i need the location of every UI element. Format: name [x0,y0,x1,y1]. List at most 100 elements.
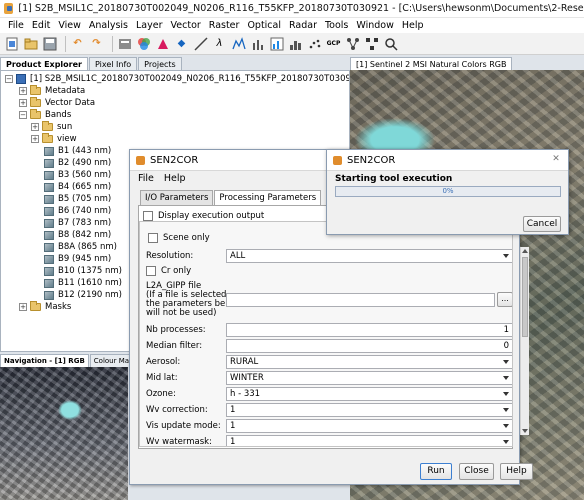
redo-icon[interactable]: ↷ [89,36,104,51]
scroll-down-icon[interactable] [522,429,528,433]
gipp-file-input[interactable] [226,293,495,307]
menu-window[interactable]: Window [352,20,397,31]
tree-item-band[interactable]: B8 (842 nm) [44,229,111,241]
menu-help[interactable]: Help [398,20,428,31]
collapse-icon[interactable]: − [5,75,13,83]
menu-radar[interactable]: Radar [285,20,321,31]
expand-icon[interactable]: + [19,87,27,95]
colour-icon[interactable] [155,36,170,51]
band-icon [44,182,54,192]
aerosol-select[interactable]: RURAL [226,355,512,369]
cr-only-option[interactable]: Cr only [146,266,191,276]
parameters-scrollbar[interactable] [520,247,529,435]
collapse-icon[interactable]: − [19,111,27,119]
undo-icon[interactable]: ↶ [70,36,85,51]
lambda-icon[interactable]: λ [212,36,227,51]
tree-item-band[interactable]: B10 (1375 nm) [44,265,122,277]
dialog-menu-file[interactable]: File [138,173,154,184]
menu-vector[interactable]: Vector [167,20,205,31]
tree-item-label: view [57,134,77,144]
tree-item-band[interactable]: B4 (665 nm) [44,181,111,193]
profile-icon[interactable] [250,36,265,51]
menu-optical[interactable]: Optical [243,20,285,31]
menu-layer[interactable]: Layer [132,20,167,31]
tree-item-view[interactable]: + view [31,133,77,145]
menu-file[interactable]: File [4,20,28,31]
folder-icon [30,85,41,95]
histogram-icon[interactable] [288,36,303,51]
scatter-icon[interactable] [307,36,322,51]
dialog-menu-help[interactable]: Help [164,173,186,184]
tab-io-parameters[interactable]: I/O Parameters [140,190,214,205]
range-finder-icon[interactable] [193,36,208,51]
tab-product-explorer[interactable]: Product Explorer [0,57,88,70]
tree-item-metadata[interactable]: + Metadata [19,85,85,97]
tree-item-band[interactable]: B11 (1610 nm) [44,277,122,289]
resolution-select[interactable]: ALL [226,249,512,263]
close-icon[interactable]: ✕ [548,153,564,166]
cancel-button[interactable]: Cancel [523,216,561,232]
median-filter-input[interactable]: 0 [226,339,512,353]
tree-item-band[interactable]: B1 (443 nm) [44,145,111,157]
tab-pixel-info[interactable]: Pixel Info [88,57,138,70]
menu-edit[interactable]: Edit [28,20,54,31]
menu-analysis[interactable]: Analysis [85,20,132,31]
new-product-icon[interactable] [4,36,19,51]
save-icon[interactable] [42,36,57,51]
tree-item-product[interactable]: − [1] S2B_MSIL1C_20180730T002049_N0206_R… [5,73,349,85]
expand-icon[interactable]: + [31,135,39,143]
menu-view[interactable]: View [54,20,85,31]
mid-lat-select[interactable]: WINTER [226,371,512,385]
expand-icon[interactable]: + [31,123,39,131]
statistics-icon[interactable] [269,36,284,51]
wv-watermask-select[interactable]: 1 [226,435,512,446]
help-button[interactable]: Help [500,463,533,480]
network-icon[interactable] [364,36,379,51]
tab-natural-colors-rgb[interactable]: [1] Sentinel 2 MSI Natural Colors RGB [350,57,513,70]
menu-tools[interactable]: Tools [321,20,352,31]
graph-builder-icon[interactable] [345,36,360,51]
tree-item-vector-data[interactable]: + Vector Data [19,97,95,109]
expand-icon[interactable]: + [19,303,27,311]
nb-processes-input[interactable]: 1 [226,323,512,337]
tree-item-band[interactable]: B2 (490 nm) [44,157,111,169]
tree-item-band[interactable]: B7 (783 nm) [44,217,111,229]
close-button[interactable]: Close [459,463,494,480]
pin-icon[interactable]: ◆ [174,36,189,51]
open-product-icon[interactable] [23,36,38,51]
band-maths-icon[interactable] [117,36,132,51]
scroll-up-icon[interactable] [522,249,528,253]
tree-item-bands[interactable]: − Bands [19,109,71,121]
spectrum-icon[interactable] [231,36,246,51]
tree-item-masks[interactable]: + Masks [19,301,71,313]
gipp-browse-button[interactable]: ... [497,292,512,307]
vis-update-select[interactable]: 1 [226,419,512,433]
rgb-icon[interactable] [136,36,151,51]
tree-item-band[interactable]: B12 (2190 nm) [44,289,122,301]
display-output-option[interactable]: Display execution output [143,211,264,221]
tab-processing-parameters[interactable]: Processing Parameters [214,190,322,205]
tab-projects[interactable]: Projects [138,57,182,70]
tree-item-band[interactable]: B9 (945 nm) [44,253,111,265]
tree-item-band[interactable]: B5 (705 nm) [44,193,111,205]
scene-only-checkbox[interactable] [148,233,158,243]
scene-only-option[interactable]: Scene only [148,233,210,243]
tree-item-band[interactable]: B8A (865 nm) [44,241,117,253]
gcp-icon[interactable]: GCP [326,36,341,51]
ozone-select[interactable]: h - 331 [226,387,512,401]
scrollbar-thumb[interactable] [522,257,528,337]
navigation-overview-image[interactable] [0,367,128,500]
tab-navigation[interactable]: Navigation - [1] RGB [0,354,89,367]
magnifier-icon[interactable] [383,36,398,51]
menu-bar: File Edit View Analysis Layer Vector Ras… [0,18,584,33]
tree-item-sun[interactable]: + sun [31,121,72,133]
menu-raster[interactable]: Raster [205,20,244,31]
cr-only-checkbox[interactable] [146,266,156,276]
wv-correction-select[interactable]: 1 [226,403,512,417]
tree-item-band[interactable]: B6 (740 nm) [44,205,111,217]
display-output-checkbox[interactable] [143,211,153,221]
expand-icon[interactable]: + [19,99,27,107]
run-button[interactable]: Run [420,463,452,480]
progress-message: Starting tool execution [335,174,453,184]
tree-item-band[interactable]: B3 (560 nm) [44,169,111,181]
